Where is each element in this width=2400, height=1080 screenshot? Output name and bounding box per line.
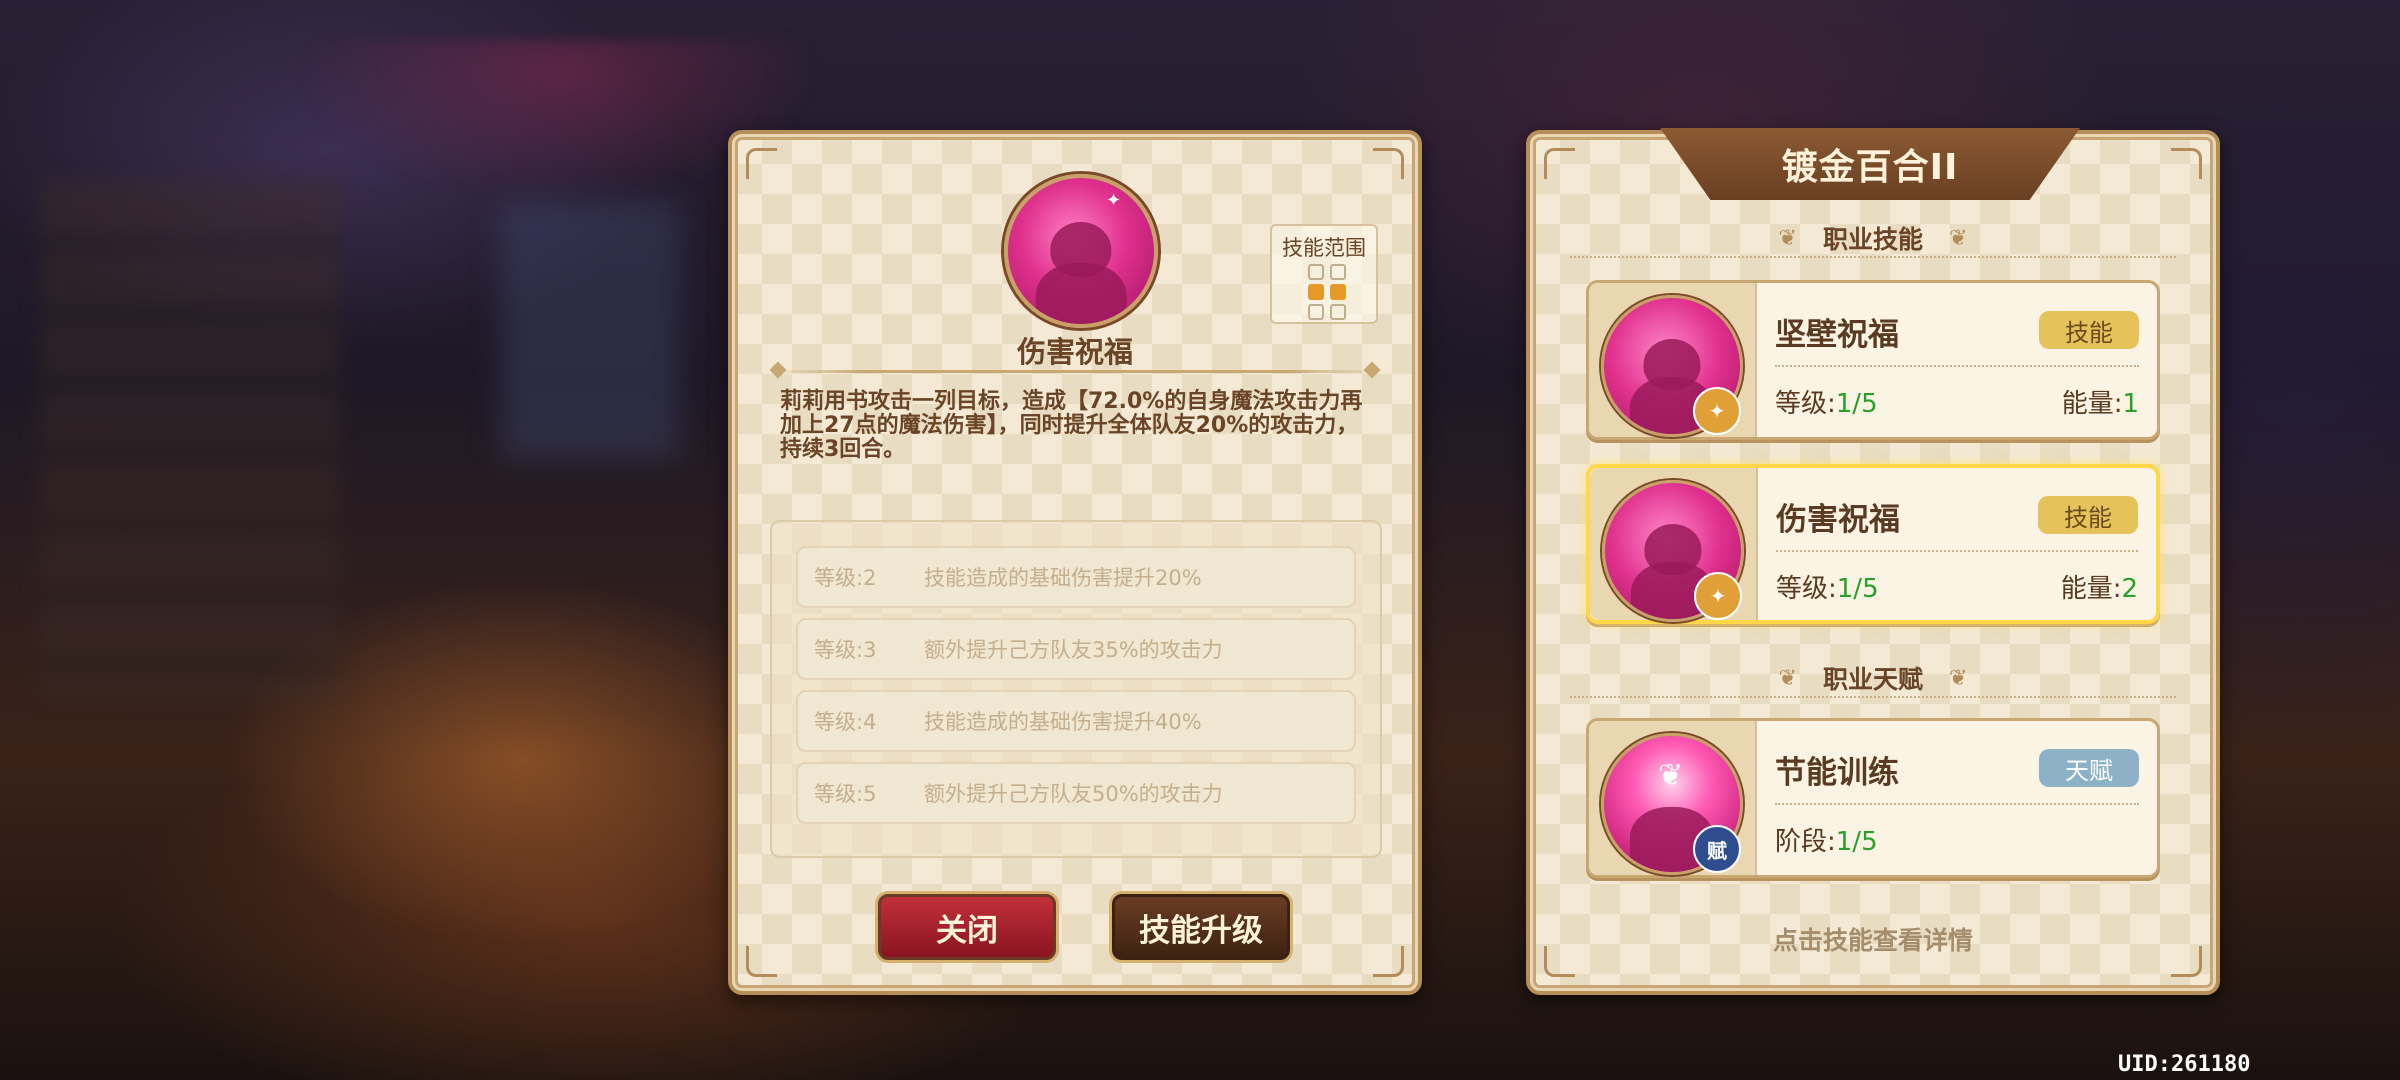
close-button[interactable]: 关闭 [878,894,1056,960]
butterfly-icon: ❦ [1658,758,1684,793]
portrait-silhouette [1035,262,1127,324]
skill-range-box: 技能范围 [1270,224,1378,324]
corner-ornament [1373,148,1404,179]
flourish-icon: ❦ [1778,665,1797,691]
card-icon-frame: ✦ [1590,468,1758,622]
corner-ornament [746,946,777,977]
card-icon-frame: ❦ 赋 [1589,721,1757,875]
talent-card[interactable]: ❦ 赋 节能训练 天赋 阶段:1/5 [1586,718,2160,878]
section-title: 职业天赋 [1822,665,1923,694]
skill-type-badge-icon: ✦ [1693,387,1741,435]
talent-badge-icon: 赋 [1693,825,1741,873]
user-id: UID:261180 [2118,1052,2251,1077]
skill-name: 伤害祝福 [1776,502,1900,538]
upgrade-effect: 额外提升己方队友35%的攻击力 [924,638,1223,662]
range-cell-active [1330,284,1346,300]
upgrade-row: 等级:5 额外提升己方队友50%的攻击力 [796,762,1356,824]
skill-energy: 能量:2 [2060,574,2138,604]
talent-name: 节能训练 [1775,755,1899,791]
upgrade-level: 等级:2 [814,566,877,590]
sparkle-icon: ✦ [1106,190,1122,211]
section-header-talent: ❦ 职业天赋 ❦ [1570,658,2176,698]
skill-name: 坚壁祝福 [1775,317,1899,353]
skill-type-badge-icon: ✦ [1694,572,1742,620]
background-bookshelf [40,180,340,700]
skill-energy: 能量:1 [2061,389,2139,419]
range-cell [1330,264,1346,280]
range-cell-active [1308,284,1324,300]
corner-ornament [746,148,777,179]
background-window [500,200,680,460]
talent-tag: 天赋 [2039,749,2139,787]
skill-description: 莉莉用书攻击一列目标，造成【72.0%的自身魔法攻击力再加上27点的魔法伤害】，… [780,389,1363,462]
upgrade-level: 等级:5 [814,782,877,806]
skill-range-label: 技能范围 [1282,236,1366,260]
skill-card-1[interactable]: ✦ 坚壁祝福 技能 等级:1/5 能量:1 [1586,280,2160,440]
skill-title: 伤害祝福 [1016,335,1133,369]
upgrade-list: 等级:2 技能造成的基础伤害提升20% 等级:3 额外提升己方队友35%的攻击力… [770,520,1382,858]
class-skills-panel: 镀金百合II ❦ 职业技能 ❦ ✦ 坚壁祝福 技能 等级:1/5 能量:1 ✦ [1526,128,2220,995]
corner-ornament [1373,946,1404,977]
section-header-skills: ❦ 职业技能 ❦ [1570,218,2176,258]
upgrade-effect: 额外提升己方队友50%的攻击力 [924,782,1223,806]
range-cell [1330,304,1346,320]
divider [1776,550,2138,552]
upgrade-effect: 技能造成的基础伤害提升20% [924,566,1202,590]
skill-level: 等级:1/5 [1776,574,1879,604]
skill-tag: 技能 [2038,496,2138,534]
upgrade-level: 等级:4 [814,710,877,734]
skill-range-grid [1308,264,1346,320]
upgrade-row: 等级:4 技能造成的基础伤害提升40% [796,690,1356,752]
corner-ornament [1544,148,1575,179]
skill-detail-panel: ✦ 伤害祝福 技能范围 莉莉用书攻击一列目标，造成【72.0%的自身魔法攻击力再… [728,130,1422,995]
card-icon-frame: ✦ [1589,283,1757,437]
range-cell [1308,304,1324,320]
corner-ornament [2171,148,2202,179]
divider [1775,803,2139,805]
skill-level: 等级:1/5 [1775,389,1878,419]
class-title: 镀金百合II [1781,147,1959,188]
divider [1775,365,2139,367]
hint-text: 点击技能查看详情 [1772,926,1973,955]
talent-stage: 阶段:1/5 [1775,827,1878,857]
upgrade-effect: 技能造成的基础伤害提升40% [924,710,1202,734]
divider [772,370,1378,373]
flourish-icon: ❦ [1949,665,1968,691]
class-title-banner: 镀金百合II [1660,128,2080,200]
upgrade-level: 等级:3 [814,638,877,662]
flourish-icon: ❦ [1778,225,1797,251]
flourish-icon: ❦ [1949,225,1968,251]
range-cell [1308,264,1324,280]
section-title: 职业技能 [1822,225,1923,254]
skill-card-2[interactable]: ✦ 伤害祝福 技能 等级:1/5 能量:2 [1586,464,2160,624]
skill-upgrade-button[interactable]: 技能升级 [1112,894,1290,960]
skill-portrait-icon: ✦ [1004,174,1158,328]
upgrade-row: 等级:2 技能造成的基础伤害提升20% [796,546,1356,608]
skill-tag: 技能 [2039,311,2139,349]
upgrade-row: 等级:3 额外提升己方队友35%的攻击力 [796,618,1356,680]
